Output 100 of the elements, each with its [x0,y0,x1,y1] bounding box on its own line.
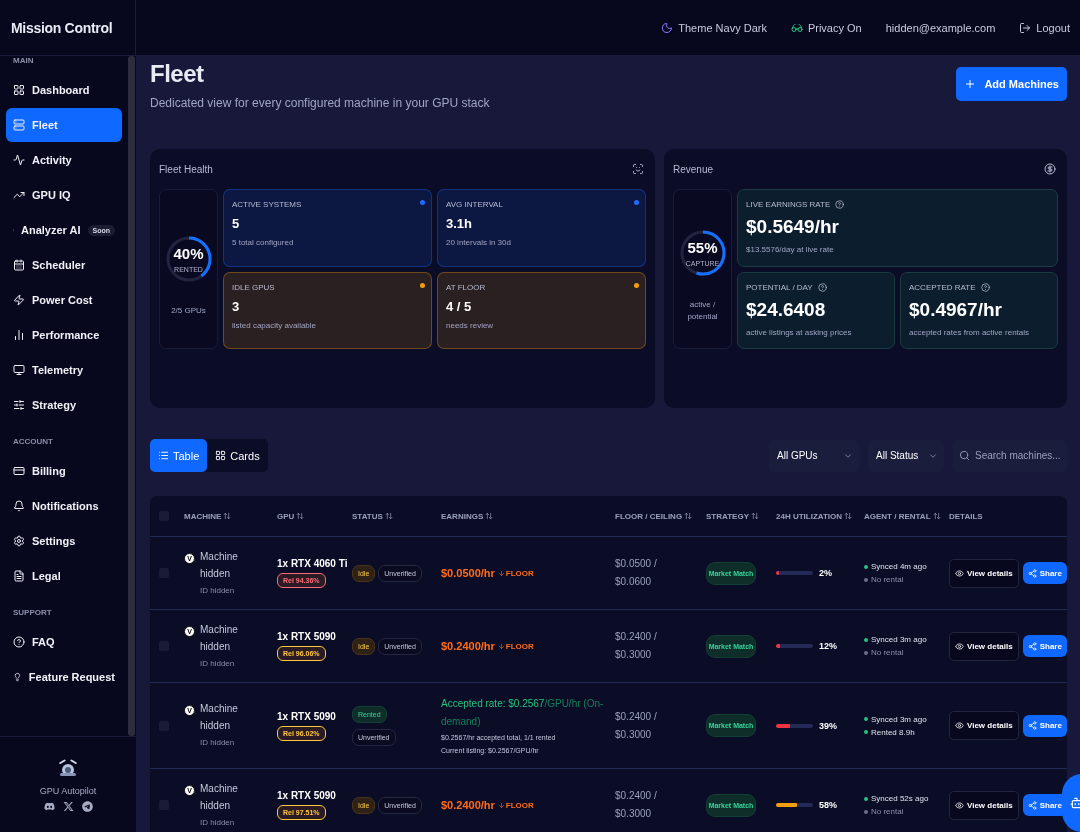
nav-item[interactable]: Scheduler [6,248,122,282]
ceiling-price: $0.3000 [615,648,653,662]
stat-label: AT FLOOR [446,282,487,292]
nav-item[interactable]: Activity [6,143,122,177]
share-button[interactable]: Share [1022,635,1067,657]
logout-button[interactable]: Logout [1019,21,1070,34]
view-details-button[interactable]: View details [949,711,1019,740]
privacy-toggle[interactable]: Privacy On [790,21,862,34]
filter-dropdown[interactable]: All GPUs [769,439,859,472]
view-details-button[interactable]: View details [949,631,1019,661]
stat-value: 4 / 5 [446,298,473,314]
column-header[interactable]: 24H UTILIZATION [776,511,864,521]
help-icon[interactable] [980,282,990,292]
floor-price: $0.2400 / [615,789,658,803]
share-button[interactable]: Share [1022,714,1067,737]
nav-item[interactable]: Dashboard [6,73,122,107]
sort-icon [223,512,232,520]
nav-item[interactable]: Legal [6,559,122,593]
column-header[interactable]: AGENT / RENTAL [864,511,949,521]
stat-value: $0.4967/hr [909,298,1003,321]
stat-value: 5 [232,216,241,231]
nav-item[interactable]: Fleet [6,108,122,142]
agent-status: Synced 4m ago [871,562,927,571]
glasses-icon [790,21,803,34]
share-icon [1027,721,1037,730]
discord-icon[interactable] [43,801,55,812]
machine-name: Machine hidden [200,549,239,581]
nav-item[interactable]: Strategy [6,388,122,422]
panel-title: Fleet Health [159,163,213,175]
stat-label: ACTIVE SYSTEMS [232,200,303,209]
nav-item[interactable]: Performance [6,318,122,352]
share-icon [1027,568,1037,578]
help-icon[interactable] [835,200,845,209]
nav-item[interactable]: Billing [6,454,122,488]
nav-item[interactable]: Settings [6,524,122,558]
bolt-icon [13,294,25,306]
trend-icon [13,189,25,201]
nav-item[interactable]: FAQ [6,625,122,659]
sort-icon [684,512,693,520]
agent-status: Synced 3m ago [871,714,927,724]
column-header[interactable]: STATUS [352,511,441,521]
dollar-icon [1044,163,1056,175]
ring-gauge [164,235,213,283]
sort-icon [844,512,853,520]
add-machines-button[interactable]: Add Machines [956,67,1067,101]
bar-chart-icon [13,329,25,341]
bot-icon [1070,796,1080,810]
search-icon [959,450,970,461]
theme-toggle[interactable]: Theme Navy Dark [661,21,767,34]
sliders-icon [13,399,25,411]
gauge-value: 40% [173,243,204,264]
nav-item[interactable]: GPU IQ [6,178,122,212]
earnings-rate: $0.2400/hr [441,799,495,811]
view-details-button[interactable]: View details [949,558,1019,588]
down-arrow-icon [497,642,505,650]
nav-item[interactable]: Notifications [6,489,122,523]
help-icon [13,636,25,648]
scan-icon [632,163,644,175]
stat-label: POTENTIAL / DAY [746,282,813,292]
view-tab[interactable]: Table [150,439,208,472]
moon-icon [661,21,674,34]
x-icon[interactable] [62,801,74,812]
search-field[interactable]: Search machines... [953,439,1067,472]
machine-id: ID hidden [200,658,235,668]
column-header[interactable]: EARNINGS [441,511,615,521]
telegram-icon[interactable] [81,801,93,812]
share-button[interactable]: Share [1022,562,1067,584]
stat-note: $13.5576/day at live rate [746,245,835,254]
view-details-button[interactable]: View details [949,790,1019,820]
scrollbar[interactable] [128,56,135,736]
help-icon[interactable] [817,282,827,292]
pulse-icon [13,154,25,166]
utilization-value: 39% [819,720,837,731]
settings-icon [13,535,25,547]
ceiling-price: $0.3000 [615,807,653,821]
stat-value: $0.5649/hr [746,216,840,238]
down-arrow-icon [497,569,505,577]
sort-icon [932,512,941,520]
column-header[interactable]: GPU [277,511,352,521]
column-header[interactable]: FLOOR / CEILING [615,511,706,521]
floor-price: $0.2400 / [615,630,658,644]
page-title: Fleet [150,60,205,88]
card-icon [13,465,25,477]
eye-icon [955,641,964,651]
nav-item[interactable]: Feature Request [6,660,122,694]
machine-name: Machine hidden [200,622,239,654]
column-header[interactable]: MACHINE [184,511,277,521]
floor-price: $0.2400 / [615,709,658,724]
nav-item[interactable]: Telemetry [6,353,122,387]
share-icon [1027,800,1037,810]
list-icon [158,450,169,461]
nav-item[interactable]: Power Cost [6,283,122,317]
section-title: MAIN [12,56,35,65]
column-header[interactable]: STRATEGY [706,511,776,521]
stat-value: 3 [232,298,241,314]
gpu-model: 1x RTX 5090 [277,631,336,642]
view-tab[interactable]: Cards [207,439,268,472]
eye-icon [955,800,964,810]
filter-dropdown[interactable]: All Status [868,439,944,472]
lightbulb-icon [13,671,22,683]
